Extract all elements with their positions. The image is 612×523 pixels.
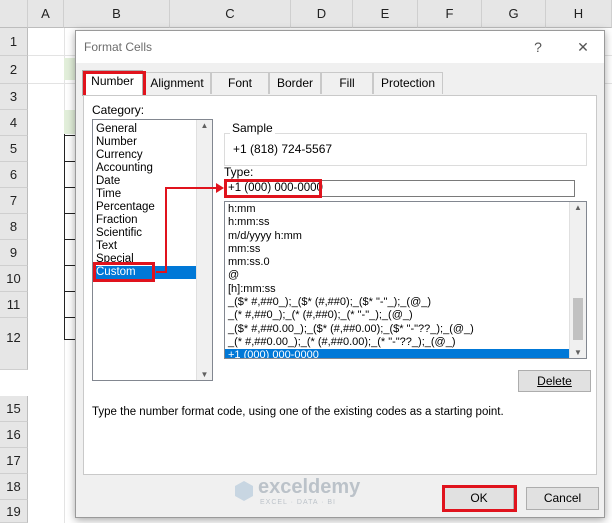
row-header-17[interactable]: 17 [0, 448, 28, 474]
format-cells-dialog: Format Cells ? ✕ Number Alignment Font B… [75, 30, 605, 518]
dialog-title: Format Cells [84, 40, 153, 54]
row-header-1[interactable]: 1 [0, 28, 28, 56]
row-header-12[interactable]: 12 [0, 318, 28, 370]
row-header-4[interactable]: 4 [0, 110, 28, 136]
row-header-3[interactable]: 3 [0, 84, 28, 110]
column-header-h[interactable]: H [546, 0, 612, 28]
column-header-e[interactable]: E [353, 0, 418, 28]
row-header-9[interactable]: 9 [0, 240, 28, 266]
close-button[interactable]: ✕ [573, 37, 593, 57]
watermark-tagline: EXCEL · DATA · BI [260, 499, 336, 506]
column-header-d[interactable]: D [291, 0, 353, 28]
column-header-c[interactable]: C [170, 0, 291, 28]
tab-alignment[interactable]: Alignment [143, 72, 211, 94]
row-header-8[interactable]: 8 [0, 214, 28, 240]
ok-button[interactable]: OK [444, 487, 514, 510]
exceldemy-watermark: exceldemy EXCEL · DATA · BI [234, 476, 394, 512]
help-button[interactable]: ? [528, 37, 548, 57]
tab-protection[interactable]: Protection [373, 72, 443, 94]
row-header-2[interactable]: 2 [0, 56, 28, 84]
row-header-11[interactable]: 11 [0, 292, 28, 318]
tab-number[interactable]: Number [82, 70, 143, 96]
tab-fill[interactable]: Fill [321, 72, 373, 94]
row-header-5[interactable]: 5 [0, 136, 28, 162]
row-header-19[interactable]: 19 [0, 500, 28, 523]
tab-border[interactable]: Border [269, 72, 321, 94]
row-header-18[interactable]: 18 [0, 474, 28, 500]
tab-font[interactable]: Font [211, 72, 269, 94]
column-header-g[interactable]: G [482, 0, 546, 28]
row-header-6[interactable]: 6 [0, 162, 28, 188]
format-description: Type the number format code, using one o… [92, 406, 504, 418]
row-header-15[interactable]: 15 [0, 396, 28, 422]
column-header-a[interactable]: A [28, 0, 64, 28]
watermark-brand: exceldemy [258, 476, 361, 498]
cancel-button[interactable]: Cancel [526, 487, 599, 510]
number-tab-panel: Category: General Number Currency Accoun… [83, 95, 597, 475]
row-header-10[interactable]: 10 [0, 266, 28, 292]
dialog-titlebar[interactable]: Format Cells ? ✕ [76, 31, 604, 63]
row-header-16[interactable]: 16 [0, 422, 28, 448]
column-header-f[interactable]: F [418, 0, 482, 28]
red-arrow-annotation [156, 183, 224, 273]
select-all-corner[interactable] [0, 0, 28, 28]
column-header-b[interactable]: B [64, 0, 170, 28]
exceldemy-logo-icon [235, 481, 253, 501]
row-header-7[interactable]: 7 [0, 188, 28, 214]
